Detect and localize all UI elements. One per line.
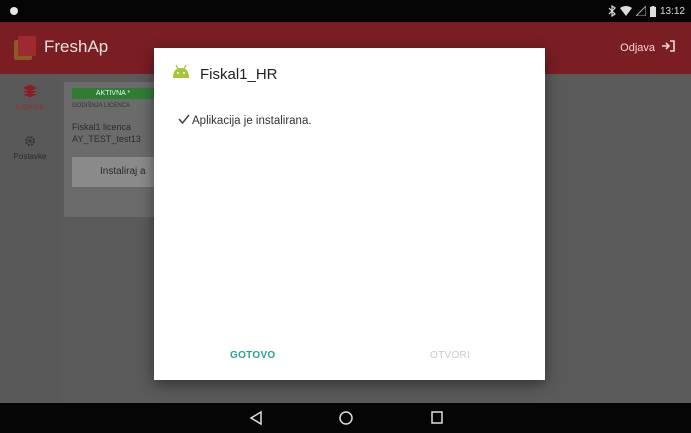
freshap-logo-icon [14, 36, 36, 60]
open-button[interactable]: OTVORI [430, 350, 470, 361]
license-name: Fiskal1 licenca [72, 122, 132, 132]
sidebar-item-postavke[interactable]: Postavke [0, 134, 60, 161]
wifi-icon [619, 6, 632, 16]
notification-dot-icon [10, 7, 18, 15]
recents-icon[interactable] [430, 410, 444, 431]
gear-icon [0, 134, 60, 150]
sidebar-item-licence[interactable]: Licence [0, 84, 60, 111]
checkmark-icon [178, 114, 190, 127]
install-dialog: Fiskal1_HR Aplikacija je instalirana. GO… [154, 48, 545, 380]
license-id: AY_TEST_test13 [72, 134, 141, 144]
dialog-actions: GOTOVO OTVORI [154, 334, 545, 380]
clock: 13:12 [659, 5, 685, 17]
back-icon[interactable] [249, 410, 263, 431]
logout-button[interactable]: Odjava [620, 40, 675, 55]
status-bar: 13:12 [0, 0, 691, 22]
battery-icon [649, 5, 656, 17]
navigation-bar [0, 403, 691, 433]
layers-icon [0, 84, 60, 100]
android-icon [172, 64, 190, 85]
dialog-message: Aplikacija je instalirana. [178, 114, 312, 127]
home-icon[interactable] [338, 410, 354, 431]
license-card: AKTIVNA * GODIŠNJA LICENCA Fiskal1 licen… [64, 82, 164, 217]
dialog-title: Fiskal1_HR [200, 66, 278, 83]
logout-label: Odjava [620, 41, 655, 54]
sidebar-item-label: Licence [16, 102, 44, 111]
dialog-header: Fiskal1_HR [172, 64, 278, 85]
signal-icon [635, 6, 646, 16]
app-sidebar: Licence Postavke [0, 74, 60, 403]
status-badge: AKTIVNA * [72, 88, 154, 99]
bluetooth-icon [608, 5, 616, 17]
status-icons: 13:12 [608, 4, 685, 18]
done-button[interactable]: GOTOVO [230, 350, 276, 361]
sidebar-item-label: Postavke [13, 152, 47, 161]
install-button[interactable]: Instaliraj a [72, 157, 162, 187]
license-type: GODIŠNJA LICENCA [72, 103, 131, 109]
app-title: FreshAp [44, 37, 109, 56]
logout-icon [661, 40, 675, 55]
dialog-message-text: Aplikacija je instalirana. [192, 114, 312, 127]
